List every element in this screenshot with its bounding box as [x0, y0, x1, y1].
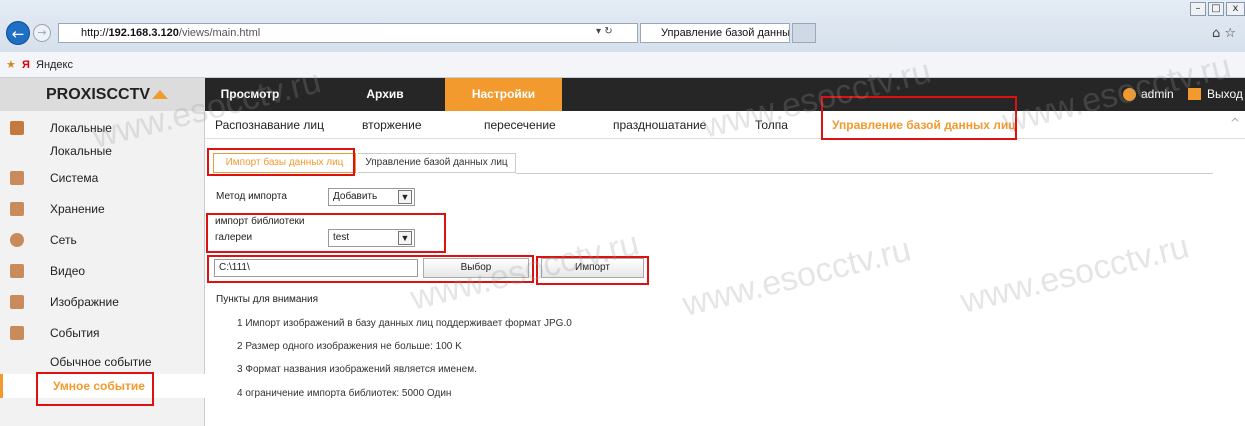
logout-icon	[1188, 88, 1201, 100]
events-icon	[10, 326, 24, 340]
highlight-box-import	[536, 256, 649, 285]
reload-icon[interactable]: ▾ ↻	[596, 26, 613, 37]
url-prefix: http://	[81, 27, 109, 39]
method-select[interactable]: Добавить ▼	[328, 188, 415, 206]
image-icon	[10, 295, 24, 309]
nav-archive[interactable]: Архив	[350, 78, 420, 111]
sidebar-item-network[interactable]: Сеть	[0, 225, 205, 255]
system-icon	[10, 171, 24, 185]
user-name[interactable]: admin	[1141, 78, 1174, 111]
browser-tab[interactable]: Управление базой данных... ×	[640, 23, 790, 43]
sidebar-item-events[interactable]: События	[0, 318, 205, 348]
sidebar-label: Локальные	[50, 121, 112, 135]
tab-title: Управление базой данных...	[661, 27, 790, 39]
subnav-face-recognition[interactable]: Распознавание лиц	[215, 111, 324, 139]
sidebar-label: События	[50, 326, 100, 340]
scroll-up-icon[interactable]: ^	[1230, 116, 1240, 130]
maximize-button[interactable]: □	[1208, 2, 1224, 16]
logo-mark-icon	[152, 90, 169, 99]
sidebar-label: Сеть	[50, 233, 77, 247]
notes-title: Пункты для внимания	[216, 294, 318, 305]
sidebar-label: Видео	[50, 264, 86, 278]
sidebar-item-system[interactable]: Система	[0, 163, 205, 193]
storage-icon	[10, 202, 24, 216]
tab-divider	[516, 173, 1213, 174]
note-item: 2 Размер одного изображения не больше: 1…	[237, 341, 462, 352]
chevron-down-icon: ▼	[398, 190, 412, 204]
sidebar-item-video[interactable]: Видео	[0, 256, 205, 286]
favorites-bar: ★ Я Яндекс	[0, 52, 1245, 78]
sidebar-label: Система	[50, 171, 99, 185]
note-item: 3 Формат названия изображений является и…	[237, 364, 477, 375]
method-value: Добавить	[333, 191, 378, 202]
note-item: 4 ограничение импорта библиотек: 5000 Од…	[237, 388, 452, 399]
address-bar[interactable]: http://192.168.3.120/views/main.html	[58, 23, 638, 43]
back-button[interactable]: ←	[6, 21, 30, 45]
subnav-loitering[interactable]: праздношатание	[613, 111, 706, 139]
url-path: /views/main.html	[178, 27, 261, 39]
note-item: 1 Импорт изображений в базу данных лиц п…	[237, 318, 572, 329]
favorites-yandex[interactable]: Яндекс	[36, 59, 73, 71]
sidebar-sub-local[interactable]: Локальные	[0, 139, 205, 163]
sidebar-item-image[interactable]: Изображние	[0, 287, 205, 317]
tab-manage-db[interactable]: Управление базой данных лиц	[358, 153, 516, 173]
highlight-box-library	[206, 213, 446, 253]
sidebar-item-storage[interactable]: Хранение	[0, 194, 205, 224]
close-window-button[interactable]: x	[1226, 2, 1245, 16]
logo-text: PROXISCCTV	[46, 86, 151, 103]
subnav-crossing[interactable]: пересечение	[484, 111, 556, 139]
watermark: www.esocctv.ru	[956, 227, 1193, 321]
minimize-button[interactable]: –	[1190, 2, 1206, 16]
forward-button[interactable]: →	[33, 24, 51, 42]
nav-view[interactable]: Просмотр	[205, 78, 295, 111]
globe-icon	[10, 233, 24, 247]
video-icon	[10, 264, 24, 278]
favorites-star-icon[interactable]: ★	[6, 52, 16, 78]
watermark: www.esocctv.ru	[678, 230, 915, 324]
sidebar-sub-normal-event[interactable]: Обычное событие	[0, 350, 205, 374]
new-tab-button[interactable]	[792, 23, 816, 43]
highlight-box-facedb	[821, 96, 1017, 140]
logout-link[interactable]: Выход	[1207, 78, 1243, 111]
sidebar-label: Изображние	[50, 295, 119, 309]
highlight-box-path	[207, 255, 534, 283]
subnav-crowd[interactable]: Толпа	[755, 111, 788, 139]
sub-nav	[205, 111, 1245, 139]
brand-logo: PROXISCCTV	[0, 78, 205, 111]
home-star-icon[interactable]: ⌂ ☆	[1212, 26, 1236, 41]
user-icon	[1123, 88, 1136, 101]
highlight-box-smart-event	[36, 372, 154, 406]
url-host: 192.168.3.120	[108, 27, 179, 39]
nav-settings[interactable]: Настройки	[445, 78, 562, 111]
subnav-intrusion[interactable]: вторжение	[362, 111, 422, 139]
highlight-box-import-tab	[207, 148, 355, 176]
yandex-icon: Я	[22, 59, 30, 71]
sidebar-label: Хранение	[50, 202, 105, 216]
method-label: Метод импорта	[216, 191, 287, 202]
monitor-icon	[10, 121, 24, 135]
